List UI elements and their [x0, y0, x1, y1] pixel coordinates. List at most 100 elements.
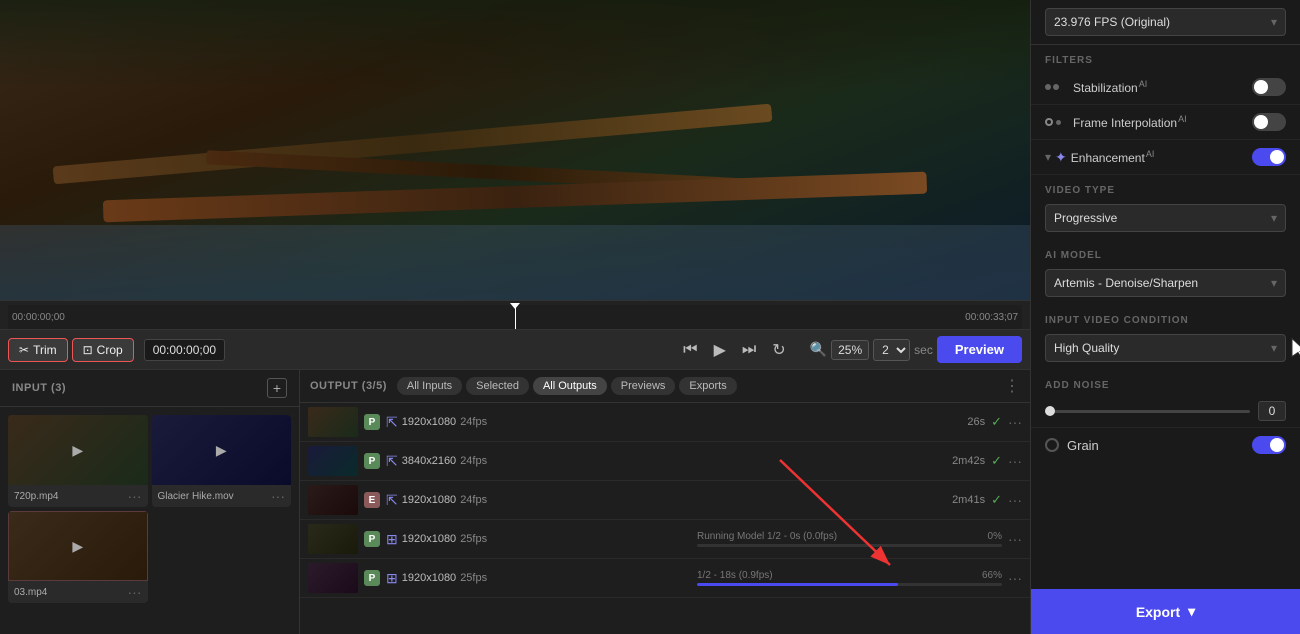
ai-model-chevron: ▾	[1271, 276, 1277, 290]
fps-select[interactable]: 23.976 FPS (Original) ▾	[1045, 8, 1286, 36]
row-dots-5[interactable]: ···	[1008, 570, 1022, 586]
frame-interp-row: Frame InterpolationAI	[1031, 105, 1300, 140]
video-preview	[0, 0, 1030, 300]
add-noise-title: ADD NOISE	[1031, 370, 1300, 395]
video-type-chevron: ▾	[1271, 211, 1277, 225]
enhancement-row: ▾ ✦ EnhancementAI	[1031, 140, 1300, 175]
input-dots-2[interactable]: ···	[271, 488, 285, 504]
enhancement-toggle[interactable]	[1252, 148, 1286, 166]
crop-icon: ⊡	[83, 343, 93, 357]
zoom-controls: 🔍 25% 2 4 8 sec	[810, 339, 933, 361]
row-info-3: ⇱ 1920x1080 24fps	[386, 492, 946, 509]
step-forward-button[interactable]: ⏭	[738, 339, 760, 361]
output-scroll-button[interactable]: ⋮	[1004, 376, 1020, 396]
input-panel-header: INPUT (3) +	[0, 370, 299, 407]
fps-chevron: ▾	[1271, 15, 1277, 29]
input-label-3: 03.mp4 ···	[8, 581, 148, 603]
play-icon-3: ▶	[72, 538, 83, 555]
playback-controls: ⏮ ▶ ⏭ ↻	[679, 338, 790, 362]
filters-title: FILTERS	[1031, 45, 1300, 70]
tab-all-outputs[interactable]: All Outputs	[533, 377, 607, 395]
frame-interp-icon	[1045, 114, 1067, 130]
row-badge-3: E	[364, 492, 380, 508]
input-grid: ▶ 720p.mp4 ··· ▶ Glacier Hike.mov ···	[0, 407, 299, 611]
play-icon-2: ▶	[216, 442, 227, 459]
input-thumb-1: ▶	[8, 415, 148, 485]
output-header: OUTPUT (3/5) All Inputs Selected All Out…	[300, 370, 1030, 403]
frame-interp-label: Frame InterpolationAI	[1073, 114, 1252, 130]
input-label-1: 720p.mp4 ···	[8, 485, 148, 507]
output-row-4: P ⊞ 1920x1080 25fps Running Model 1/2 - …	[300, 520, 1030, 559]
trim-button[interactable]: ✂ Trim	[8, 338, 68, 362]
bottom-panels: INPUT (3) + ▶ 720p.mp4 ··· ▶	[0, 369, 1030, 634]
tab-all-inputs[interactable]: All Inputs	[397, 377, 462, 395]
upscale-icon-4: ⊞	[386, 531, 398, 548]
input-item-2[interactable]: ▶ Glacier Hike.mov ···	[152, 415, 292, 507]
row-info-5: ⊞ 1920x1080 25fps	[386, 570, 691, 587]
upscale-icon-5: ⊞	[386, 570, 398, 587]
row-dots-2[interactable]: ···	[1008, 453, 1022, 469]
ai-model-select[interactable]: Artemis - Denoise/Sharpen ▾	[1045, 269, 1286, 297]
tab-previews[interactable]: Previews	[611, 377, 676, 395]
stabilization-row: StabilizationAI	[1031, 70, 1300, 105]
loop-button[interactable]: ↻	[768, 338, 789, 362]
row-badge-2: P	[364, 453, 380, 469]
input-condition-select[interactable]: High Quality ▾	[1045, 334, 1286, 362]
output-panel: OUTPUT (3/5) All Inputs Selected All Out…	[300, 370, 1030, 634]
row-dots-4[interactable]: ···	[1008, 531, 1022, 547]
stabilization-label: StabilizationAI	[1073, 79, 1252, 95]
crop-button[interactable]: ⊡ Crop	[72, 338, 134, 362]
row-dots-1[interactable]: ···	[1008, 414, 1022, 430]
fps-section: 23.976 FPS (Original) ▾	[1031, 0, 1300, 45]
row-thumb-5	[308, 563, 358, 593]
row-check-2: ✓	[991, 453, 1002, 469]
zoom-out-button[interactable]: 🔍	[810, 341, 827, 358]
row-progress-fill-5	[697, 583, 898, 586]
input-panel: INPUT (3) + ▶ 720p.mp4 ··· ▶	[0, 370, 300, 634]
tab-selected[interactable]: Selected	[466, 377, 529, 395]
row-dots-3[interactable]: ···	[1008, 492, 1022, 508]
step-back-button[interactable]: ⏮	[679, 339, 701, 361]
zoom-value: 25%	[831, 340, 869, 360]
noise-row: 0	[1031, 395, 1300, 427]
timeline-area: 00:00:00;00 00:00:33;07	[0, 300, 1030, 329]
scale-select[interactable]: 2 4 8	[873, 339, 910, 361]
tab-exports[interactable]: Exports	[679, 377, 736, 395]
output-row-3: E ⇱ 1920x1080 24fps 2m41s ✓ ···	[300, 481, 1030, 520]
ai-model-title: AI MODEL	[1031, 240, 1300, 265]
crop-label: Crop	[97, 343, 123, 357]
input-label-2: Glacier Hike.mov ···	[152, 485, 292, 507]
play-button[interactable]: ▶	[710, 338, 730, 362]
play-icon-1: ▶	[72, 442, 83, 459]
row-progress-bar-4	[697, 544, 1002, 547]
export-chevron: ▾	[1188, 603, 1195, 620]
row-check-3: ✓	[991, 492, 1002, 508]
enhancement-expand[interactable]: ▾	[1045, 150, 1051, 164]
video-type-select[interactable]: Progressive ▾	[1045, 204, 1286, 232]
enhancement-label: EnhancementAI	[1071, 149, 1252, 165]
cursor-indicator	[1290, 337, 1300, 364]
grain-dot	[1045, 438, 1059, 452]
grain-toggle[interactable]	[1252, 436, 1286, 454]
timeline-ruler[interactable]: 00:00:00;00 00:00:33;07	[8, 305, 1022, 329]
trim-label: Trim	[33, 343, 57, 357]
input-dots-3[interactable]: ···	[128, 584, 142, 600]
input-item-3[interactable]: ▶ 03.mp4 ···	[8, 511, 148, 603]
row-thumb-1	[308, 407, 358, 437]
input-item-1[interactable]: ▶ 720p.mp4 ···	[8, 415, 148, 507]
stabilization-toggle[interactable]	[1252, 78, 1286, 96]
add-input-button[interactable]: +	[267, 378, 287, 398]
input-condition-chevron: ▾	[1271, 341, 1277, 355]
frame-interp-toggle[interactable]	[1252, 113, 1286, 131]
grain-label: Grain	[1067, 438, 1244, 453]
noise-slider[interactable]	[1045, 410, 1250, 413]
input-thumb-2: ▶	[152, 415, 292, 485]
input-dots-1[interactable]: ···	[128, 488, 142, 504]
input-thumb-3: ▶	[8, 511, 148, 581]
export-button[interactable]: Export ▾	[1031, 589, 1300, 634]
row-progress-bar-5	[697, 583, 1002, 586]
ai-model-row: Artemis - Denoise/Sharpen ▾	[1031, 265, 1300, 305]
stabilization-icon	[1045, 79, 1067, 95]
grain-row: Grain	[1031, 427, 1300, 462]
preview-button[interactable]: Preview	[937, 336, 1022, 363]
